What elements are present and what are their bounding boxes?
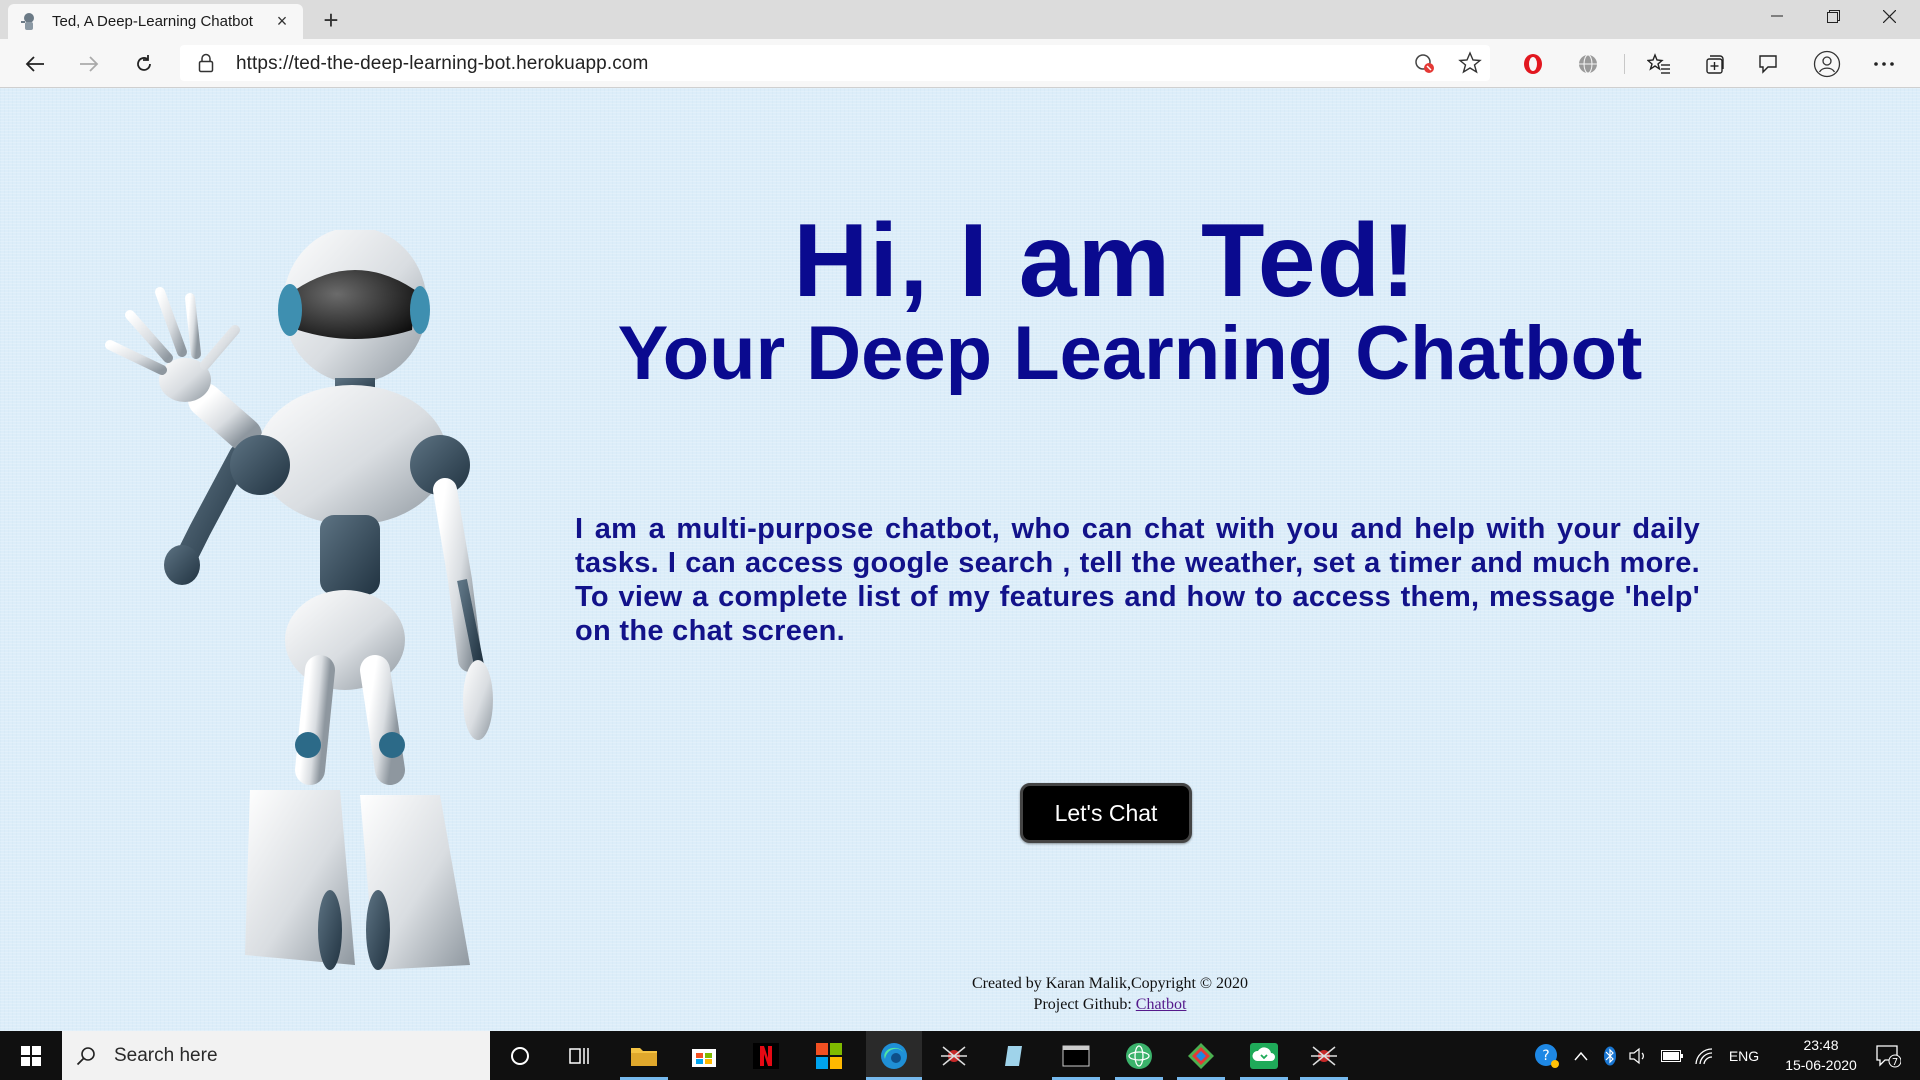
robot-illustration <box>105 230 493 970</box>
collections-icon[interactable] <box>1698 48 1730 80</box>
chevron-up-icon[interactable] <box>1572 1031 1590 1080</box>
notification-count: 7 <box>1892 1057 1898 1068</box>
notepad-icon[interactable] <box>990 1031 1038 1080</box>
footer-github-line: Project Github: Chatbot <box>860 994 1360 1015</box>
browser-toolbar: https://ted-the-deep-learning-bot.heroku… <box>0 39 1920 88</box>
address-bar[interactable]: https://ted-the-deep-learning-bot.heroku… <box>180 45 1490 81</box>
netflix-icon[interactable] <box>742 1031 790 1080</box>
atom-icon[interactable] <box>1115 1031 1163 1080</box>
spider-app-2-icon[interactable] <box>1300 1031 1348 1080</box>
profile-avatar-icon[interactable] <box>1811 48 1843 80</box>
refresh-icon[interactable] <box>128 48 160 80</box>
forward-icon[interactable] <box>73 48 105 80</box>
new-tab-button[interactable]: + <box>316 5 346 35</box>
notifications-icon[interactable]: 7 <box>1868 1031 1908 1080</box>
tab-close-icon[interactable]: × <box>271 11 293 32</box>
page-heading: Hi, I am Ted! <box>793 203 1417 319</box>
tab-bar: Ted, A Deep-Learning Chatbot × + <box>0 0 1920 39</box>
restore-icon[interactable] <box>1805 0 1861 32</box>
browser-tab[interactable]: Ted, A Deep-Learning Chatbot × <box>8 4 303 39</box>
battery-icon[interactable] <box>1660 1031 1684 1080</box>
search-placeholder: Search here <box>114 1044 218 1066</box>
help-icon[interactable]: ? <box>1534 1031 1560 1080</box>
bluetooth-icon[interactable] <box>1600 1031 1620 1080</box>
globe-extension-icon[interactable] <box>1572 48 1604 80</box>
store-icon[interactable] <box>680 1031 728 1080</box>
volume-icon[interactable] <box>1628 1031 1650 1080</box>
file-explorer-icon[interactable] <box>620 1031 668 1080</box>
description-text: I am a multi-purpose chatbot, who can ch… <box>575 513 1700 647</box>
back-icon[interactable] <box>19 48 51 80</box>
footer-github-prefix: Project Github: <box>1033 996 1136 1013</box>
page-subheading: Your Deep Learning Chatbot <box>617 311 1643 396</box>
footer-copyright: Created by Karan Malik,Copyright © 2020 <box>971 975 1249 992</box>
svg-text:?: ? <box>1542 1048 1549 1064</box>
lock-icon[interactable] <box>198 53 214 78</box>
terminal-icon[interactable] <box>1052 1031 1100 1080</box>
task-view-icon[interactable] <box>560 1031 600 1080</box>
search-icon <box>76 1046 96 1066</box>
tracking-prevention-icon[interactable] <box>1412 51 1436 80</box>
opera-extension-icon[interactable] <box>1517 48 1549 80</box>
taskbar-search-box[interactable]: Search here <box>62 1031 490 1080</box>
close-window-icon[interactable] <box>1861 0 1917 32</box>
minimize-icon[interactable] <box>1749 0 1805 32</box>
url-text[interactable]: https://ted-the-deep-learning-bot.heroku… <box>236 53 648 75</box>
github-link[interactable]: Chatbot <box>1136 996 1187 1013</box>
system-clock[interactable]: 23:48 15-06-2020 <box>1776 1035 1866 1075</box>
cortana-icon[interactable] <box>500 1031 540 1080</box>
toolbar-separator <box>1624 54 1625 74</box>
language-indicator[interactable]: ENG <box>1724 1031 1764 1080</box>
favorite-star-icon[interactable] <box>1458 51 1482 80</box>
spider-app-icon[interactable] <box>930 1031 978 1080</box>
edge-beta-icon[interactable] <box>866 1031 922 1080</box>
office-tiles-icon[interactable] <box>805 1031 853 1080</box>
tab-title: Ted, A Deep-Learning Chatbot <box>52 13 253 30</box>
wifi-icon[interactable] <box>1692 1031 1716 1080</box>
feedback-icon[interactable] <box>1752 48 1784 80</box>
clock-date: 15-06-2020 <box>1785 1057 1857 1073</box>
git-tool-icon[interactable] <box>1177 1031 1225 1080</box>
robot-favicon-icon <box>18 11 40 33</box>
page-content: Hi, I am Ted! Your Deep Learning Chatbot… <box>0 88 1920 1031</box>
lets-chat-button[interactable]: Let's Chat <box>1020 783 1192 843</box>
clock-time: 23:48 <box>1803 1037 1839 1053</box>
taskbar: Search here ? ENG 23:48 15-06-2020 7 <box>0 1031 1920 1080</box>
more-menu-icon[interactable] <box>1868 48 1900 80</box>
footer: Created by Karan Malik,Copyright © 2020 … <box>860 973 1360 1015</box>
cloud-download-icon[interactable] <box>1240 1031 1288 1080</box>
favorites-icon[interactable] <box>1643 48 1675 80</box>
windows-start-icon[interactable] <box>10 1031 52 1080</box>
